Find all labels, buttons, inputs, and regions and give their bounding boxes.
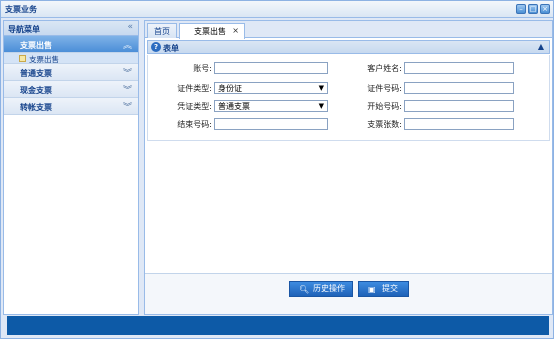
window-controls: – □ ×: [516, 4, 550, 14]
sidebar-title: 导航菜单: [8, 25, 40, 34]
nav-sidebar: 导航菜单 « 支票出售 ︽ 支票出售 普通支票 ︾ 现金支票 ︾ 转帐支票 ︾: [3, 20, 139, 315]
id-type-label: 证件类型:: [177, 84, 212, 93]
form-panel-title: 表单: [163, 44, 179, 53]
customer-name-field[interactable]: [404, 62, 514, 74]
sidebar-section-normal-check[interactable]: 普通支票 ︾: [4, 64, 138, 81]
sidebar-section-check-sale[interactable]: 支票出售 ︽: [4, 36, 138, 53]
search-icon: 🔍︎: [299, 285, 310, 294]
tab-label: 首页: [154, 27, 170, 36]
voucher-type-label: 凭证类型:: [177, 102, 212, 111]
id-number-label: 证件号码:: [367, 84, 402, 93]
chevron-down-icon: ︾: [122, 103, 132, 113]
submit-button-label: 提交: [382, 284, 398, 293]
id-number-field[interactable]: [404, 82, 514, 94]
form-panel-header: ? 表单 ▲: [147, 40, 550, 54]
chevron-down-icon: ︾: [122, 86, 132, 96]
sidebar-section-cash-check[interactable]: 现金支票 ︾: [4, 81, 138, 98]
start-number-field[interactable]: [404, 100, 514, 112]
window-title: 支票业务: [5, 5, 37, 14]
history-button-label: 历史操作: [313, 284, 345, 293]
button-bar: 🔍︎ 历史操作 ▣ 提交: [145, 273, 552, 314]
account-field[interactable]: [214, 62, 328, 74]
chevron-up-icon: ︽: [122, 41, 132, 51]
tab-home[interactable]: 首页: [147, 23, 177, 38]
close-tab-icon[interactable]: ×: [232, 26, 239, 35]
start-number-label: 开始号码:: [367, 102, 402, 111]
status-bar: [7, 316, 549, 335]
page-icon: [19, 55, 26, 62]
customer-name-label: 客户姓名:: [367, 64, 402, 73]
end-number-label: 结束号码:: [177, 120, 212, 129]
voucher-type-value: 普通支票: [218, 102, 250, 111]
help-icon: ?: [151, 42, 161, 52]
tab-strip: 首页 支票出售 ×: [145, 21, 552, 39]
form-body: 账号: 客户姓名: 证件类型: 身份证 ▼ 证件号码: 凭证类型: 普通支票 ▼…: [147, 55, 550, 141]
sidebar-item-check-sale[interactable]: 支票出售: [4, 53, 138, 64]
section-label: 转帐支票: [20, 103, 52, 112]
account-label: 账号:: [193, 64, 212, 73]
save-icon: ▣: [368, 285, 376, 294]
voucher-type-select[interactable]: 普通支票 ▼: [214, 100, 328, 112]
submit-button[interactable]: ▣ 提交: [358, 281, 409, 297]
history-button[interactable]: 🔍︎ 历史操作: [289, 281, 353, 297]
sidebar-header: 导航菜单 «: [4, 21, 138, 36]
check-count-label: 支票张数:: [367, 120, 402, 129]
main-panel: 首页 支票出售 × ? 表单 ▲ 账号: 客户姓名: 证件类型: 身份证 ▼ 证…: [144, 20, 553, 315]
section-label: 普通支票: [20, 69, 52, 78]
dropdown-arrow-icon: ▼: [318, 84, 324, 92]
app-window: 支票业务 – □ × 导航菜单 « 支票出售 ︽ 支票出售 普通支票 ︾ 现金支…: [0, 0, 554, 339]
tab-check-sale[interactable]: 支票出售 ×: [179, 23, 245, 39]
close-button[interactable]: ×: [540, 4, 550, 14]
id-type-value: 身份证: [218, 84, 242, 93]
dropdown-arrow-icon: ▼: [318, 102, 324, 110]
title-bar: 支票业务 – □ ×: [1, 1, 553, 18]
collapse-icon[interactable]: «: [127, 22, 133, 32]
section-label: 支票出售: [20, 41, 52, 50]
collapse-up-icon[interactable]: ▲: [538, 42, 544, 51]
chevron-down-icon: ︾: [122, 69, 132, 79]
end-number-field[interactable]: [214, 118, 328, 130]
maximize-button[interactable]: □: [528, 4, 538, 14]
tab-label: 支票出售: [194, 27, 226, 36]
id-type-select[interactable]: 身份证 ▼: [214, 82, 328, 94]
sidebar-section-transfer-check[interactable]: 转帐支票 ︾: [4, 98, 138, 115]
section-label: 现金支票: [20, 86, 52, 95]
check-count-field[interactable]: [404, 118, 514, 130]
minimize-button[interactable]: –: [516, 4, 526, 14]
